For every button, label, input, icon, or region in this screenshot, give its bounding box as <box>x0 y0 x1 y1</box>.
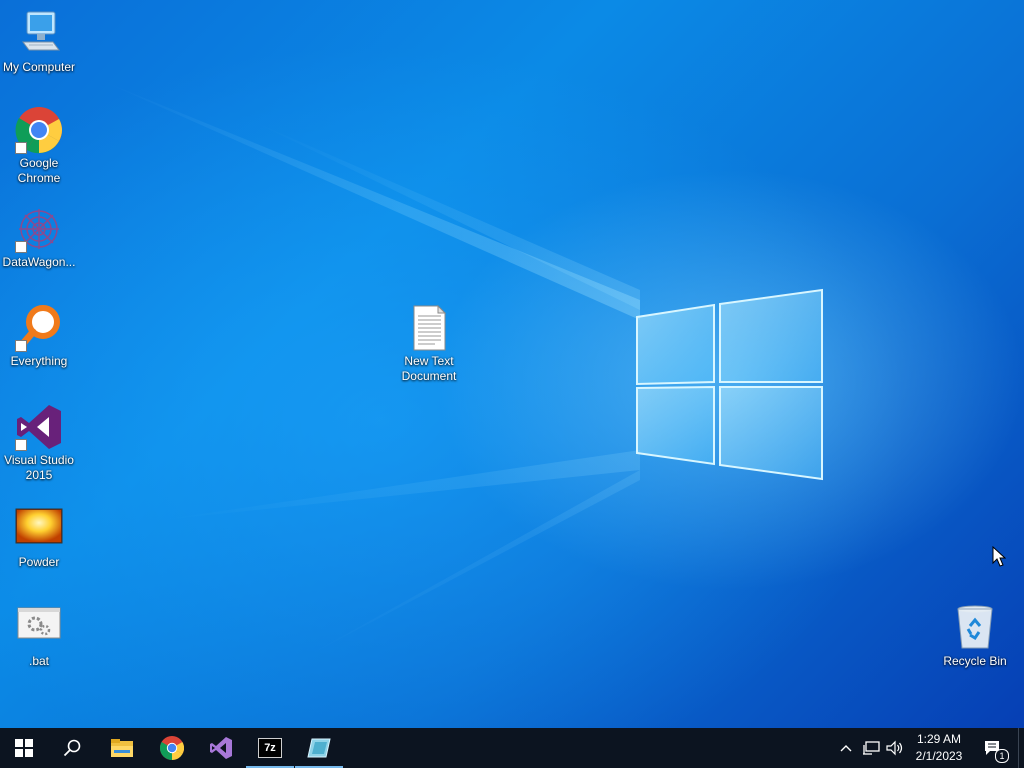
desktop-icon-label: Visual Studio 2015 <box>4 453 74 482</box>
shortcut-arrow-icon <box>15 241 27 253</box>
desktop-icon-label: Everything <box>10 354 68 368</box>
shortcut-arrow-icon <box>15 142 27 154</box>
desktop-icon-datawagon[interactable]: DataWagon... <box>1 205 77 270</box>
network-icon <box>863 741 880 755</box>
desktop-icon-powder[interactable]: Powder <box>1 505 77 570</box>
my-computer-icon <box>15 10 63 58</box>
batch-file-icon <box>15 604 63 652</box>
desktop[interactable]: My Computer Google Chrome DataWagon... E… <box>0 0 1024 728</box>
desktop-icon-bat-file[interactable]: .bat <box>1 604 77 669</box>
shortcut-arrow-icon <box>15 439 27 451</box>
show-hidden-icons-button[interactable] <box>836 728 856 768</box>
google-chrome-icon <box>15 106 63 154</box>
start-button[interactable] <box>0 728 48 768</box>
google-chrome-icon <box>160 736 184 760</box>
volume-icon <box>886 740 903 756</box>
desktop-icon-label: New Text Document <box>401 354 457 383</box>
mouse-cursor-icon <box>992 546 1006 567</box>
recycle-bin-icon <box>951 604 999 652</box>
desktop-icon-new-text-document[interactable]: New Text Document <box>391 304 467 384</box>
taskbar-visual-studio[interactable] <box>197 728 245 768</box>
desktop-icon-label: Recycle Bin <box>943 654 1007 668</box>
desktop-icon-my-computer[interactable]: My Computer <box>1 10 77 75</box>
show-desktop-button[interactable] <box>1018 728 1024 768</box>
file-explorer-icon <box>111 739 133 757</box>
everything-search-icon <box>15 304 63 352</box>
search-button[interactable] <box>48 728 96 768</box>
network-tray-button[interactable] <box>860 728 882 768</box>
taskbar: 7z 1:29 AM 2/1/2023 1 <box>0 728 1024 768</box>
7zip-icon: 7z <box>258 738 282 758</box>
desktop-icon-label: Powder <box>18 555 60 569</box>
action-center-button[interactable]: 1 <box>978 728 1009 768</box>
desktop-icon-visual-studio[interactable]: Visual Studio 2015 <box>1 403 77 483</box>
desktop-icon-everything[interactable]: Everything <box>1 304 77 369</box>
taskbar-google-chrome[interactable] <box>148 728 196 768</box>
taskbar-powder-app[interactable] <box>295 728 343 768</box>
visual-studio-icon <box>15 403 63 451</box>
clock-time: 1:29 AM <box>916 732 962 746</box>
desktop-icon-google-chrome[interactable]: Google Chrome <box>1 106 77 186</box>
windows-start-icon <box>15 739 33 757</box>
desktop-icon-label: DataWagon... <box>2 255 76 269</box>
chevron-up-icon <box>840 745 852 752</box>
text-document-icon <box>405 304 453 352</box>
powder-icon <box>15 505 63 553</box>
windows-logo-wallpaper <box>636 288 823 481</box>
search-icon <box>63 739 81 757</box>
taskbar-clock[interactable]: 1:29 AM 2/1/2023 <box>908 731 970 765</box>
volume-tray-button[interactable] <box>884 728 906 768</box>
powder-app-icon <box>307 738 331 758</box>
desktop-icon-label: Google Chrome <box>17 156 61 185</box>
desktop-icon-label: My Computer <box>2 60 76 74</box>
visual-studio-icon <box>210 737 232 759</box>
datawagon-icon <box>15 205 63 253</box>
taskbar-7zip[interactable]: 7z <box>246 728 294 768</box>
clock-date: 2/1/2023 <box>915 749 963 763</box>
desktop-icon-recycle-bin[interactable]: Recycle Bin <box>937 604 1013 669</box>
shortcut-arrow-icon <box>15 340 27 352</box>
taskbar-file-explorer[interactable] <box>98 728 146 768</box>
notification-count-badge: 1 <box>995 749 1009 763</box>
desktop-icon-label: .bat <box>28 654 49 668</box>
wallpaper-light-rays <box>100 80 640 660</box>
